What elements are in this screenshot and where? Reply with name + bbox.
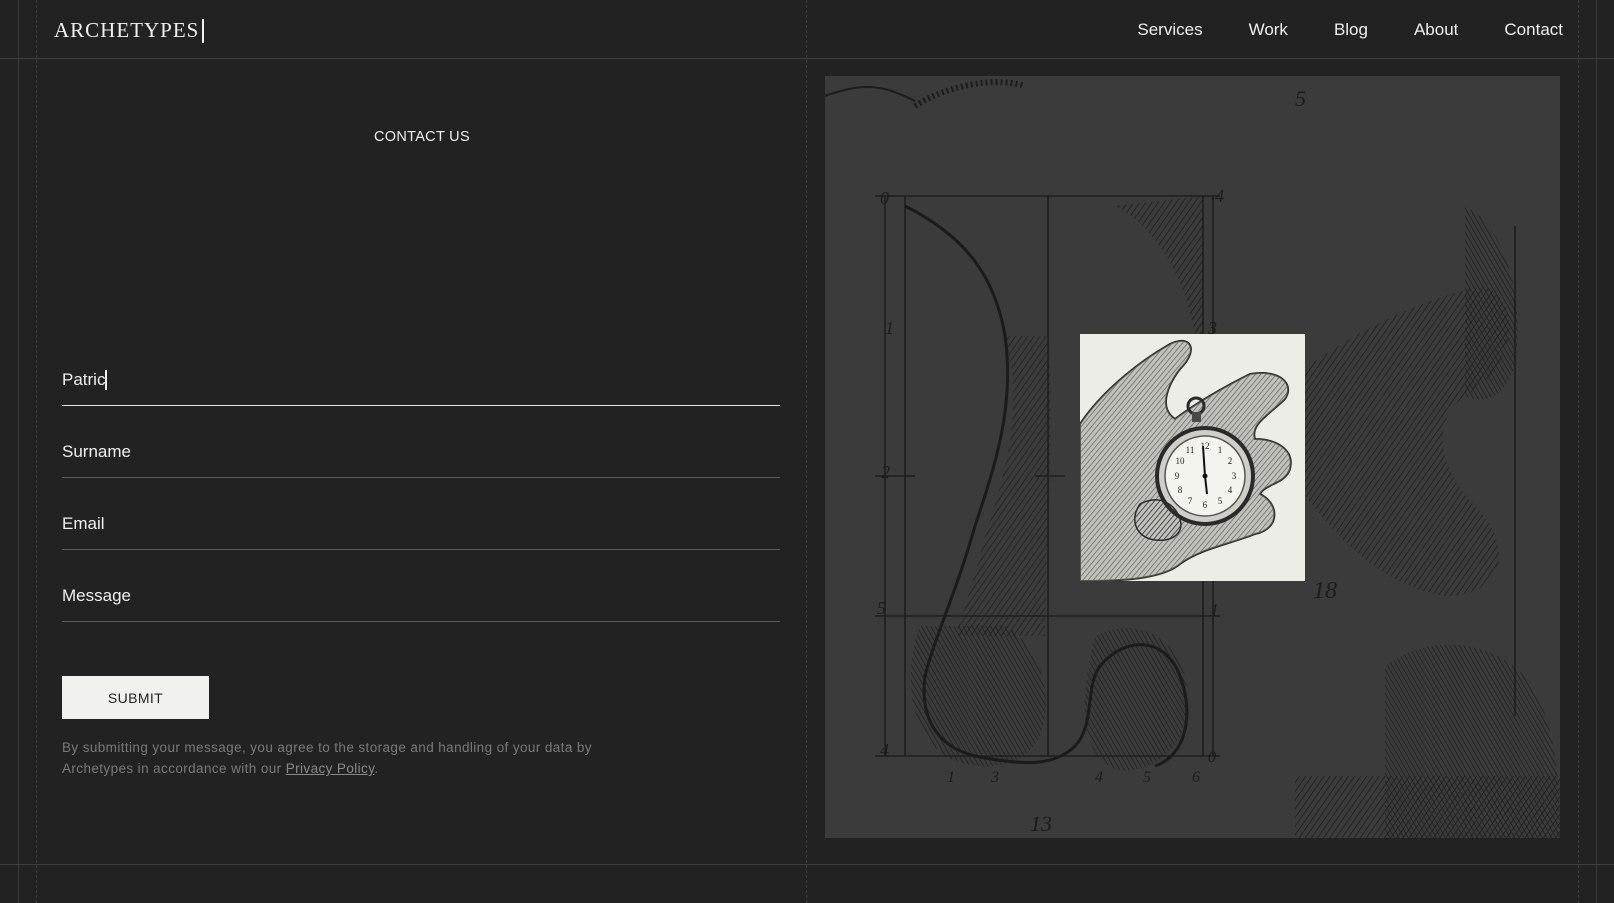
watch-numeral: 6 <box>1203 500 1208 510</box>
watch-numeral: 5 <box>1218 496 1223 506</box>
logo-text: ARCHETYPES <box>54 18 200 42</box>
engraving-number: 1 <box>885 318 894 338</box>
text-caret <box>105 370 107 390</box>
watch-numeral: 8 <box>1178 485 1183 495</box>
engraving-number: 3 <box>990 769 999 786</box>
watch-numeral: 11 <box>1186 445 1195 455</box>
name-value[interactable]: Patric <box>62 370 105 390</box>
engraving-number: 4 <box>1215 186 1224 206</box>
main-nav: Services Work Blog About Contact <box>1091 20 1563 40</box>
watch-numeral: 12 <box>1201 441 1210 451</box>
contact-page: ARCHETYPES Services Work Blog About Cont… <box>0 0 1614 903</box>
watch-numeral: 3 <box>1232 471 1237 481</box>
privacy-disclaimer: By submitting your message, you agree to… <box>62 737 642 779</box>
logo-cursor-bar <box>202 18 205 43</box>
guide-line <box>18 0 19 903</box>
nav-about[interactable]: About <box>1414 20 1458 40</box>
logo[interactable]: ARCHETYPES <box>54 18 205 43</box>
engraving-number: 5 <box>1295 86 1306 111</box>
guide-line <box>1578 0 1579 903</box>
engraving-number: 5 <box>1143 769 1151 786</box>
engraving-number: 6 <box>1192 769 1200 786</box>
name-field[interactable]: Patric <box>62 355 780 406</box>
watch-numeral: 7 <box>1188 496 1193 506</box>
message-input[interactable] <box>62 586 780 606</box>
message-field[interactable] <box>62 571 780 622</box>
surname-field[interactable] <box>62 427 780 478</box>
disclaimer-end: . <box>374 761 379 776</box>
engraving-number: 1 <box>1210 600 1219 620</box>
nav-contact[interactable]: Contact <box>1504 20 1563 40</box>
engraving-number: 1 <box>947 769 955 786</box>
header-divider <box>0 58 1614 59</box>
engraving-number: 4 <box>1095 769 1103 786</box>
guide-line <box>1596 0 1597 903</box>
surname-input[interactable] <box>62 442 780 462</box>
engraving-number: 13 <box>1030 811 1052 836</box>
watch-numeral: 10 <box>1176 456 1186 466</box>
footer-divider <box>0 864 1614 865</box>
hand-holding-watch-image: 12 1 2 3 4 5 6 7 8 9 10 11 <box>1080 339 1292 581</box>
guide-line <box>36 0 37 903</box>
engraving-number: 18 <box>1313 578 1337 604</box>
watch-numeral: 9 <box>1175 471 1180 481</box>
engraving-number: 4 <box>880 740 889 760</box>
engraving-number: 2 <box>881 462 890 482</box>
engraving-number: 0 <box>1208 749 1216 766</box>
email-input[interactable] <box>62 514 780 534</box>
pocket-watch-photo: 12 1 2 3 4 5 6 7 8 9 10 11 <box>1080 334 1305 581</box>
watch-numeral: 4 <box>1228 485 1233 495</box>
watch-numeral: 1 <box>1218 445 1223 455</box>
email-field[interactable] <box>62 499 780 550</box>
nav-blog[interactable]: Blog <box>1334 20 1368 40</box>
privacy-policy-link[interactable]: Privacy Policy <box>286 761 375 776</box>
nav-work[interactable]: Work <box>1249 20 1288 40</box>
watch-numeral: 2 <box>1228 456 1233 466</box>
guide-line <box>806 0 807 903</box>
engraving-number: 5 <box>877 598 886 618</box>
submit-button[interactable]: SUBMIT <box>62 676 209 719</box>
nav-services[interactable]: Services <box>1137 20 1202 40</box>
section-label: CONTACT US <box>374 129 470 145</box>
engraving-number: 0 <box>880 188 889 208</box>
